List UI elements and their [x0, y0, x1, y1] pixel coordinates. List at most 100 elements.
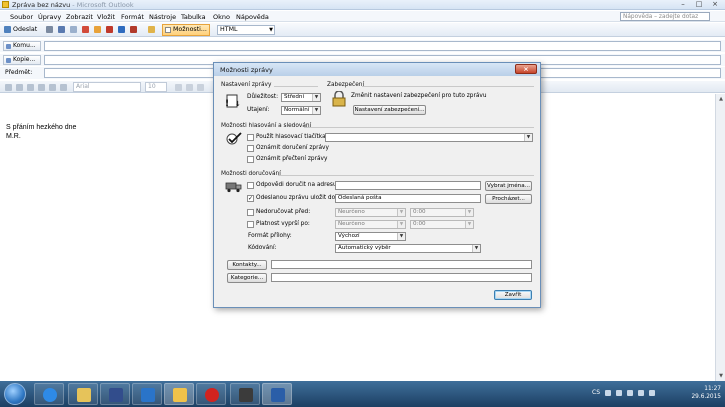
expires-after-time-select[interactable]: 0:00 ▼ [410, 220, 474, 229]
read-receipt-checkbox[interactable] [247, 156, 254, 163]
start-button[interactable] [4, 383, 26, 405]
address-book-icon[interactable] [58, 26, 65, 33]
minimize-button[interactable]: – [675, 0, 691, 9]
menu-nastroje[interactable]: Nástroje [149, 13, 176, 21]
no-delivery-before-time-select[interactable]: 0:00 ▼ [410, 208, 474, 217]
clock[interactable]: 11:27 29.6.2015 [691, 385, 721, 401]
taskbar-media[interactable] [132, 383, 162, 405]
taskbar-opera[interactable] [196, 383, 226, 405]
style-icon[interactable] [5, 84, 12, 91]
menu-bar: Soubor Úpravy Zobrazit Vložit Formát Nás… [0, 11, 725, 22]
message-format-select[interactable]: HTML ▼ [217, 25, 275, 35]
menu-upravy[interactable]: Úpravy [38, 13, 61, 21]
date-none-value: Neurčeno [338, 209, 365, 215]
maximize-button[interactable]: □ [691, 0, 707, 9]
taskbar-save-app[interactable] [100, 383, 130, 405]
encoding-select[interactable]: Automatický výběr ▼ [335, 244, 481, 253]
taskbar-outlook[interactable] [164, 383, 194, 405]
address-book-icon [6, 58, 11, 63]
categories-input[interactable] [271, 273, 532, 282]
italic-icon[interactable] [186, 84, 193, 91]
cc-button[interactable]: Kopie... [3, 55, 41, 65]
text-style-icon[interactable] [60, 84, 67, 91]
taskbar-app[interactable] [230, 383, 260, 405]
to-input[interactable] [44, 41, 721, 51]
to-button[interactable]: Komu... [3, 41, 41, 51]
chevron-down-icon: ▼ [312, 94, 320, 101]
paragraph-icon[interactable] [49, 84, 56, 91]
save-sent-checkbox[interactable]: ✓ [247, 195, 254, 202]
attach-icon[interactable] [46, 26, 53, 33]
network-icon[interactable] [616, 390, 622, 396]
browse-button[interactable]: Procházet... [485, 194, 532, 204]
power-icon[interactable] [649, 390, 655, 396]
contacts-button[interactable]: Kontakty... [227, 260, 267, 270]
no-delivery-before-checkbox[interactable] [247, 209, 254, 216]
check-names-icon[interactable] [70, 26, 77, 33]
contacts-input[interactable] [271, 260, 532, 269]
reply-to-input[interactable] [335, 181, 481, 190]
envelope-icon[interactable] [148, 26, 155, 33]
menu-okno[interactable]: Okno [213, 13, 230, 21]
categories-button[interactable]: Kategorie... [227, 273, 267, 283]
scroll-down-icon[interactable]: ▼ [717, 372, 725, 380]
flag-icon[interactable] [82, 26, 89, 33]
expires-after-checkbox[interactable] [247, 221, 254, 228]
svg-text:↓: ↓ [235, 100, 241, 108]
taskbar-internet-explorer[interactable] [34, 383, 64, 405]
clock-time: 11:27 [704, 386, 721, 392]
signature-icon[interactable] [94, 26, 101, 33]
follow-up-flag-icon[interactable] [130, 26, 137, 33]
select-names-button[interactable]: Vybrat jména... [485, 181, 532, 191]
security-settings-button[interactable]: Nastavení zabezpečení... [353, 105, 426, 115]
font-size-icon[interactable] [38, 84, 45, 91]
menu-zobrazit[interactable]: Zobrazit [66, 13, 93, 21]
input-language[interactable]: CS [592, 389, 600, 396]
low-importance-icon[interactable] [118, 26, 125, 33]
use-voting-checkbox[interactable] [247, 134, 254, 141]
scroll-up-icon[interactable]: ▲ [717, 95, 725, 103]
divider [304, 127, 534, 128]
help-search-input[interactable]: Nápověda – zadejte dotaz [620, 12, 710, 21]
menu-vlozit[interactable]: Vložit [97, 13, 115, 21]
taskbar-word[interactable] [262, 383, 292, 405]
taskbar-explorer[interactable] [68, 383, 98, 405]
bold-icon[interactable] [175, 84, 182, 91]
font-select[interactable]: Arial [73, 82, 141, 92]
dialog-close-button[interactable]: × [515, 64, 537, 74]
sensitivity-select[interactable]: Normální ▼ [281, 106, 321, 115]
font-color-icon[interactable] [16, 84, 23, 91]
divider [274, 86, 318, 87]
flag-tray-icon[interactable] [638, 390, 644, 396]
voting-buttons-select[interactable]: ▼ [325, 133, 533, 142]
save-sent-folder-input[interactable]: Odeslaná pošta [335, 194, 481, 203]
delivery-receipt-checkbox[interactable] [247, 145, 254, 152]
expires-after-date-select[interactable]: Neurčeno ▼ [335, 220, 406, 229]
tray-arrow-icon[interactable] [605, 390, 611, 396]
menu-soubor[interactable]: Soubor [10, 13, 33, 21]
volume-icon[interactable] [627, 390, 633, 396]
close-window-button[interactable]: × [707, 0, 723, 9]
menu-tabulka[interactable]: Tabulka [181, 13, 206, 21]
close-dialog-button[interactable]: Zavřít [494, 290, 532, 300]
reply-to-checkbox[interactable] [247, 182, 254, 189]
lock-icon [332, 91, 346, 107]
security-heading: Zabezpečení [327, 82, 365, 88]
importance-select[interactable]: Střední ▼ [281, 93, 321, 102]
send-button[interactable]: Odeslat [13, 25, 37, 35]
underline-icon[interactable] [197, 84, 204, 91]
options-button[interactable]: Možnosti... [162, 24, 210, 36]
voting-heading: Možnosti hlasování a sledování [221, 123, 312, 129]
attachment-format-select[interactable]: Výchozí ▼ [335, 232, 406, 241]
menu-format[interactable]: Formát [121, 13, 144, 21]
vertical-scrollbar[interactable]: ▲ ▼ [715, 94, 725, 381]
time-none-value: 0:00 [413, 221, 426, 227]
no-delivery-before-date-select[interactable]: Neurčeno ▼ [335, 208, 406, 217]
font-size-select[interactable]: 10 [145, 82, 167, 92]
importance-icon: ! ↓ [225, 94, 241, 109]
high-importance-icon[interactable] [106, 26, 113, 33]
menu-napoveda[interactable]: Nápověda [236, 13, 269, 21]
read-receipt-label: Oznámit přečtení zprávy [256, 156, 328, 162]
format-painter-icon[interactable] [27, 84, 34, 91]
save-sent-label: Odeslanou zprávu uložit do: [256, 195, 338, 201]
